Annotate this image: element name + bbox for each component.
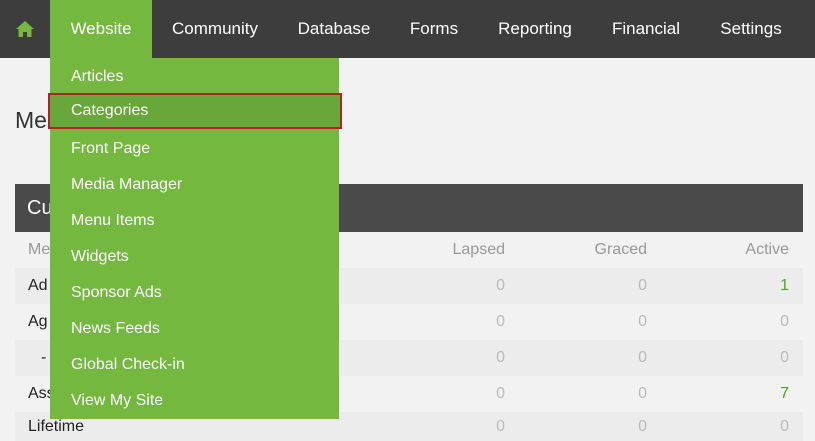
lapsed-value: 0 xyxy=(496,418,505,435)
home-icon xyxy=(16,21,34,37)
menu-item-news-feeds[interactable]: News Feeds xyxy=(50,311,339,347)
column-header-lapsed: Lapsed xyxy=(452,241,506,258)
nav-reporting[interactable]: Reporting xyxy=(478,0,592,58)
graced-value: 0 xyxy=(638,385,647,402)
menu-item-media-manager[interactable]: Media Manager xyxy=(50,167,339,203)
row-label: - xyxy=(41,349,47,366)
menu-item-global-check-in[interactable]: Global Check-in xyxy=(50,347,339,383)
nav-community[interactable]: Community xyxy=(152,0,278,58)
row-label: Ad xyxy=(28,277,48,294)
graced-value: 0 xyxy=(638,349,647,366)
menu-item-categories[interactable]: Categories xyxy=(48,93,342,129)
home-button[interactable] xyxy=(0,0,50,58)
active-value: 0 xyxy=(780,349,789,366)
menu-item-front-page[interactable]: Front Page xyxy=(50,131,339,167)
page-title: Me xyxy=(15,107,47,133)
lapsed-value: 0 xyxy=(496,313,505,330)
lapsed-value: 0 xyxy=(496,385,505,402)
nav-financial[interactable]: Financial xyxy=(592,0,700,58)
graced-value: 0 xyxy=(638,418,647,435)
nav-settings[interactable]: Settings xyxy=(700,0,802,58)
active-value[interactable]: 1 xyxy=(709,277,789,295)
nav-database[interactable]: Database xyxy=(278,0,390,58)
column-header-active: Active xyxy=(745,241,789,258)
nav-website[interactable]: Website xyxy=(50,0,152,58)
nav-forms[interactable]: Forms xyxy=(390,0,478,58)
column-header-graced: Graced xyxy=(594,241,647,258)
graced-value: 0 xyxy=(638,277,647,294)
top-navigation-bar: Website Community Database Forms Reporti… xyxy=(0,0,815,58)
menu-item-view-my-site[interactable]: View My Site xyxy=(50,383,339,419)
row-label: Lifetime xyxy=(28,418,85,435)
active-value: 0 xyxy=(780,418,789,435)
row-label: Ag xyxy=(28,313,48,330)
lapsed-value: 0 xyxy=(496,277,505,294)
graced-value: 0 xyxy=(638,313,647,330)
menu-item-widgets[interactable]: Widgets xyxy=(50,239,339,275)
website-dropdown-menu: Articles Categories Front Page Media Man… xyxy=(48,58,342,419)
lapsed-value: 0 xyxy=(496,349,505,366)
column-header-label: Me xyxy=(28,241,51,258)
menu-item-articles[interactable]: Articles xyxy=(50,59,339,95)
menu-item-menu-items[interactable]: Menu Items xyxy=(50,203,339,239)
active-value[interactable]: 7 xyxy=(709,385,789,403)
menu-item-sponsor-ads[interactable]: Sponsor Ads xyxy=(50,275,339,311)
active-value: 0 xyxy=(780,313,789,330)
